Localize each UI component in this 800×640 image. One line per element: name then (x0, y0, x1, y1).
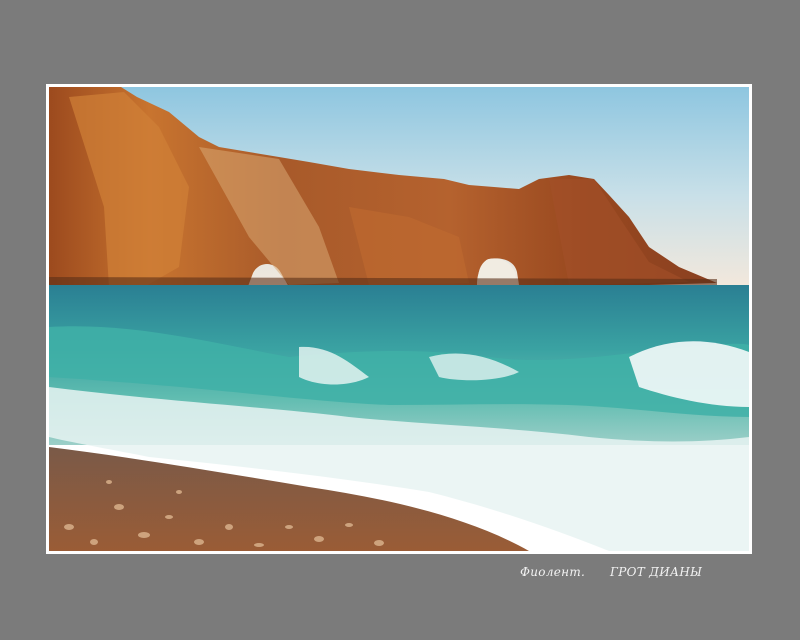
photo (49, 87, 749, 551)
sea-arch-photo (49, 87, 749, 551)
caption-title: ГРОТ ДИАНЫ (610, 565, 703, 579)
caption-location: Фиолент. (520, 565, 586, 579)
